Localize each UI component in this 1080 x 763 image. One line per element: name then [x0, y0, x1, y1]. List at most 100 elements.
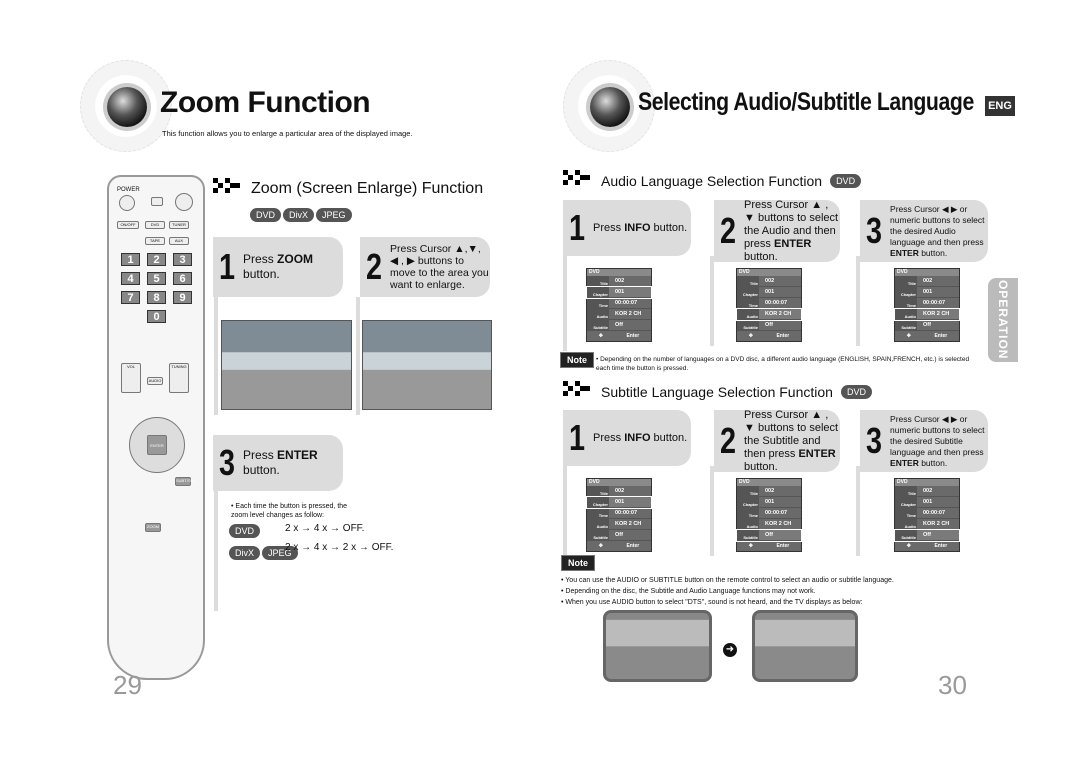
menu-row-icon: Audio: [737, 309, 759, 319]
menu-row-value: 00:00:07: [765, 300, 788, 306]
dpad-icon: ✥: [748, 543, 753, 549]
zoom-after-image: [362, 320, 492, 410]
subtitle-step-3: 3 Press Cursor ◀ ▶ or numeric buttons to …: [860, 410, 988, 472]
menu-row: Audio KOR 2 CH: [894, 308, 960, 321]
menu-footer: ✥ Enter: [737, 541, 801, 551]
subtitle-step-1: 1 Press INFO button.: [563, 410, 691, 466]
menu-footer: ✥ Enter: [895, 541, 959, 551]
step-text: Press Cursor ▲,▼, ◀ , ▶ buttons to move …: [390, 243, 489, 291]
step-key: INFO: [624, 431, 651, 444]
menu-row-icon: Time: [895, 298, 917, 308]
menu-row: Subtitle Off: [587, 530, 651, 541]
menu-row: Time 00:00:07: [737, 298, 801, 309]
page-number: 30: [938, 670, 967, 700]
step-text: button.: [744, 250, 778, 263]
number-button: 9: [173, 291, 192, 304]
number-button: 1: [121, 253, 140, 266]
menu-row-value: 001: [923, 289, 933, 295]
dvd-info-menu: DVD Title 002 Chapter 001 Time 00:00:07 Audio KO…: [736, 478, 802, 552]
menu-row-icon: Subtitle: [737, 530, 759, 540]
step-number: 2: [720, 210, 737, 251]
menu-row-value: 00:00:07: [923, 300, 946, 306]
zoom-sequence-divx: 2 x → 4 x → 2 x → OFF.: [285, 542, 394, 553]
menu-row-icon: Audio: [587, 309, 609, 319]
menu-enter: Enter: [626, 543, 640, 549]
menu-row-icon: Audio: [587, 519, 609, 529]
page-subtitle: This function allows you to enlarge a pa…: [162, 129, 413, 138]
operation-tab: OPERATION: [988, 278, 1018, 362]
menu-header: DVD: [895, 269, 959, 276]
menu-row: Subtitle Off: [737, 320, 801, 331]
dpad-icon: ✥: [598, 543, 603, 549]
menu-row-icon: Subtitle: [895, 320, 917, 330]
menu-header: DVD: [587, 269, 651, 276]
menu-footer: ✥ Enter: [737, 331, 801, 341]
menu-row-value: 002: [923, 488, 933, 494]
menu-row-value: 00:00:07: [615, 300, 638, 306]
audio-step-3: 3 Press Cursor ◀ ▶ or numeric buttons to …: [860, 200, 988, 262]
power-button: [119, 195, 135, 211]
menu-row: Title 002: [737, 276, 801, 287]
menu-row: Time 00:00:07: [895, 298, 959, 309]
menu-row-icon: Title: [895, 276, 917, 286]
step-text: button.: [650, 221, 688, 234]
menu-row-value: 002: [923, 278, 933, 284]
badge-dvd: DVD: [840, 385, 872, 399]
arrows-icon: [563, 170, 593, 192]
step-key: INFO: [624, 221, 651, 234]
menu-row-value: 001: [615, 499, 625, 505]
menu-enter: Enter: [934, 333, 948, 339]
speaker-logo: [80, 60, 172, 152]
menu-row-icon: Chapter: [895, 287, 917, 297]
menu-row-icon: Subtitle: [895, 530, 917, 540]
menu-row: Time 00:00:07: [737, 508, 801, 519]
menu-enter: Enter: [934, 543, 948, 549]
divider: [710, 256, 714, 346]
audio-button: AUDIO: [147, 377, 163, 385]
number-button: 8: [147, 291, 166, 304]
menu-row-icon: Title: [737, 486, 759, 496]
step-text: button.: [918, 457, 948, 468]
step-key: ENTER: [890, 457, 919, 468]
step-number: 1: [569, 417, 586, 458]
step-text: button.: [243, 463, 280, 477]
zoom-step-3: 3 Press ENTER button.: [213, 435, 343, 491]
menu-row-icon: Chapter: [737, 287, 759, 297]
step-text: Press: [593, 221, 625, 234]
language-badge: ENG: [985, 96, 1015, 116]
step-key: ENTER: [277, 448, 318, 462]
menu-row-icon: Time: [737, 298, 759, 308]
zoom-button: ZOOM: [145, 523, 161, 532]
note-bullet: • When you use AUDIO button to select "D…: [561, 599, 863, 606]
audio-section-header: Audio Language Selection Function DVD: [563, 170, 863, 192]
step-text: button.: [650, 431, 688, 444]
remote-control-illustration: POWER ON/OFF DVD TUNER TAPE AUX 123 456 78…: [107, 175, 205, 680]
menu-row: Subtitle Off: [587, 320, 651, 331]
menu-row-value: Off: [923, 322, 931, 328]
tape-button: TAPE: [145, 237, 165, 245]
volume-button: VOL: [121, 363, 141, 393]
menu-row-icon: Time: [737, 508, 759, 518]
dvd-info-menu: DVD Title 002 Chapter 001 Time 00:00:07 Audio KO…: [586, 268, 652, 342]
section-title: Subtitle Language Selection Function: [601, 384, 833, 400]
menu-row: Audio KOR 2 CH: [587, 519, 651, 530]
menu-row-icon: Audio: [737, 519, 759, 529]
audio-step-1: 1 Press INFO button.: [563, 200, 691, 256]
menu-row-value: KOR 2 CH: [615, 521, 642, 527]
dvd-info-menu: DVD Title 002 Chapter 001 Time 00:00:07 Audio KO…: [894, 268, 960, 342]
menu-row: Chapter 001: [737, 287, 801, 298]
arrows-icon: [563, 381, 593, 403]
note-text: • Depending on the number of languages o…: [596, 356, 970, 372]
badge-divx: DivX: [229, 546, 261, 560]
menu-row: Audio KOR 2 CH: [736, 308, 802, 321]
number-button: 3: [173, 253, 192, 266]
menu-row-icon: Title: [895, 486, 917, 496]
divider: [856, 466, 860, 556]
menu-row-value: Off: [765, 532, 773, 538]
divider: [214, 491, 218, 611]
tv-screen-before: [603, 610, 712, 682]
menu-row-icon: Audio: [895, 519, 917, 529]
disc-skip-button: [175, 193, 193, 211]
menu-row-value: Off: [615, 322, 623, 328]
menu-row-value: 002: [615, 488, 625, 494]
